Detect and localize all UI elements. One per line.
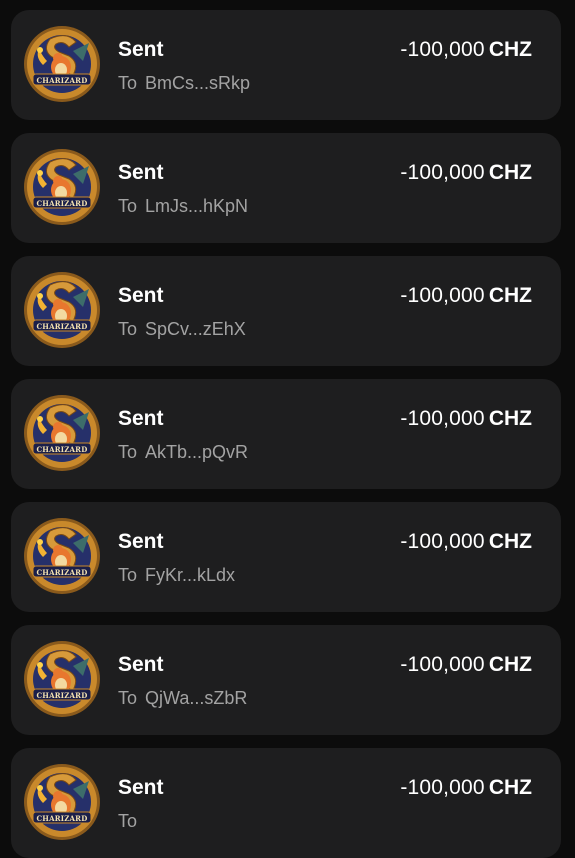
recipient-address: BmCs...sRkp — [145, 73, 251, 93]
charizard-token-icon: CHARIZARD — [23, 763, 101, 841]
transaction-row[interactable]: CHARIZARD Sent To -100,000 CHZ — [11, 748, 561, 858]
transaction-row[interactable]: CHARIZARD Sent To LmJs...hKpN -100,000 CHZ — [11, 133, 561, 243]
to-label: To — [118, 73, 138, 93]
transaction-amount: -100,000 CHZ — [400, 653, 532, 677]
recipient-line: To AkTb...pQvR — [118, 442, 248, 463]
transaction-title: Sent — [118, 407, 164, 430]
charizard-token-icon: CHARIZARD — [23, 640, 101, 718]
token-logo-text: CHARIZARD — [36, 445, 88, 454]
to-label: To — [118, 442, 138, 462]
charizard-token-icon: CHARIZARD — [23, 25, 101, 103]
amount-value: -100,000 — [400, 653, 485, 676]
token-logo-text: CHARIZARD — [36, 322, 88, 331]
recipient-line: To FyKr...kLdx — [118, 565, 235, 586]
recipient-line: To QjWa...sZbR — [118, 688, 247, 709]
transaction-title: Sent — [118, 38, 164, 61]
transaction-row[interactable]: CHARIZARD Sent To BmCs...sRkp -100,000 CHZ — [11, 10, 561, 120]
transaction-title: Sent — [118, 776, 164, 799]
transaction-list: CHARIZARD Sent To BmCs...sRkp -100,000 CHZ — [0, 0, 575, 858]
to-label: To — [118, 811, 138, 831]
to-label: To — [118, 565, 138, 585]
currency-symbol: CHZ — [488, 161, 532, 184]
transaction-title: Sent — [118, 653, 164, 676]
currency-symbol: CHZ — [488, 776, 532, 799]
recipient-address: AkTb...pQvR — [145, 442, 249, 462]
recipient-line: To BmCs...sRkp — [118, 73, 250, 94]
amount-value: -100,000 — [400, 530, 485, 553]
recipient-address: QjWa...sZbR — [145, 688, 248, 708]
currency-symbol: CHZ — [488, 284, 532, 307]
to-label: To — [118, 319, 138, 339]
currency-symbol: CHZ — [488, 653, 532, 676]
transaction-amount: -100,000 CHZ — [400, 161, 532, 185]
transaction-amount: -100,000 CHZ — [400, 407, 532, 431]
to-label: To — [118, 196, 138, 216]
transaction-title: Sent — [118, 284, 164, 307]
amount-value: -100,000 — [400, 284, 485, 307]
transaction-row[interactable]: CHARIZARD Sent To AkTb...pQvR -100,000 CHZ — [11, 379, 561, 489]
currency-symbol: CHZ — [488, 407, 532, 430]
currency-symbol: CHZ — [488, 530, 532, 553]
token-logo-text: CHARIZARD — [36, 568, 88, 577]
currency-symbol: CHZ — [488, 38, 532, 61]
charizard-token-icon: CHARIZARD — [23, 394, 101, 472]
token-logo-text: CHARIZARD — [36, 199, 88, 208]
amount-value: -100,000 — [400, 38, 485, 61]
charizard-token-icon: CHARIZARD — [23, 148, 101, 226]
to-label: To — [118, 688, 138, 708]
token-logo-text: CHARIZARD — [36, 76, 88, 85]
charizard-token-icon: CHARIZARD — [23, 271, 101, 349]
transaction-row[interactable]: CHARIZARD Sent To SpCv...zEhX -100,000 CHZ — [11, 256, 561, 366]
transaction-amount: -100,000 CHZ — [400, 776, 532, 800]
recipient-address: FyKr...kLdx — [145, 565, 236, 585]
recipient-address: LmJs...hKpN — [145, 196, 249, 216]
transaction-amount: -100,000 CHZ — [400, 530, 532, 554]
recipient-line: To — [118, 811, 145, 832]
transaction-row[interactable]: CHARIZARD Sent To QjWa...sZbR -100,000 CHZ — [11, 625, 561, 735]
charizard-token-icon: CHARIZARD — [23, 517, 101, 595]
amount-value: -100,000 — [400, 776, 485, 799]
recipient-address: SpCv...zEhX — [145, 319, 246, 339]
recipient-line: To SpCv...zEhX — [118, 319, 246, 340]
recipient-line: To LmJs...hKpN — [118, 196, 248, 217]
transaction-title: Sent — [118, 161, 164, 184]
token-logo-text: CHARIZARD — [36, 691, 88, 700]
transaction-row[interactable]: CHARIZARD Sent To FyKr...kLdx -100,000 CHZ — [11, 502, 561, 612]
transaction-title: Sent — [118, 530, 164, 553]
token-logo-text: CHARIZARD — [36, 814, 88, 823]
transaction-amount: -100,000 CHZ — [400, 284, 532, 308]
amount-value: -100,000 — [400, 407, 485, 430]
amount-value: -100,000 — [400, 161, 485, 184]
transaction-amount: -100,000 CHZ — [400, 38, 532, 62]
